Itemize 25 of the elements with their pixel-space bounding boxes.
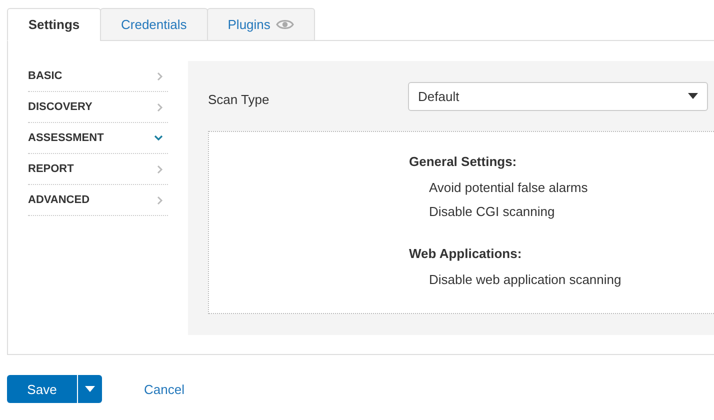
setting-text: Disable CGI scanning: [428, 203, 556, 221]
save-button[interactable]: Save: [7, 375, 77, 403]
chevron-right-icon: [157, 102, 163, 112]
cancel-link[interactable]: Cancel: [144, 382, 184, 396]
section-heading: General Settings:: [409, 154, 518, 169]
sidebar-item[interactable]: ADVANCED: [28, 185, 168, 216]
setting-text: Avoid potential false alarms: [428, 179, 589, 197]
sidebar-item[interactable]: BASIC: [28, 61, 168, 92]
setting-text: Disable web application scanning: [428, 271, 622, 289]
sidebar-item[interactable]: REPORT: [28, 154, 168, 185]
section-heading: Web Applications:: [409, 246, 523, 261]
tab[interactable]: Settings: [7, 8, 101, 41]
chevron-right-icon: [157, 164, 163, 174]
dropdown-button[interactable]: [77, 375, 102, 403]
sidebar-item[interactable]: ASSESSMENT: [28, 123, 168, 154]
chevron-right-icon: [157, 72, 163, 80]
caret-icon: [85, 386, 95, 392]
chevron-right-icon: [157, 196, 163, 204]
sidebar-item[interactable]: DISCOVERY: [28, 92, 168, 123]
chevron-down-icon: [154, 135, 163, 141]
caret-icon: [688, 93, 698, 99]
tab[interactable]: Plugins: [206, 8, 316, 41]
field-label: Scan Type: [208, 90, 270, 106]
tab[interactable]: Credentials: [100, 8, 208, 41]
scan-type-select[interactable]: Default: [408, 82, 708, 110]
